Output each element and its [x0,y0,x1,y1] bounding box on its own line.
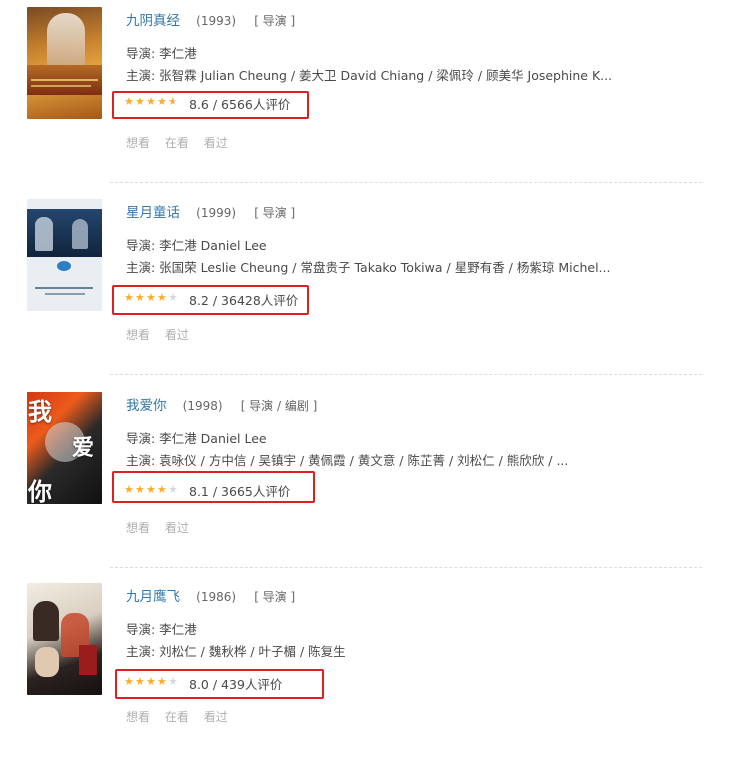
cast-line: 主演: 张智霖 Julian Cheung / 姜大卫 David Chiang… [126,68,613,83]
item-divider [110,567,702,568]
director-line: 导演: 李仁港 [126,622,197,637]
watched-link[interactable]: 看过 [165,521,189,535]
star-icon: ★ [124,483,134,496]
cast-line: 主演: 刘松仁 / 魏秋桦 / 叶子楣 / 陈复生 [126,644,346,659]
movie-item: 九月鹰飞 (1986) [ 导演 ] 导演: 李仁港 主演: 刘松仁 / 魏秋桦… [0,576,735,766]
watching-link[interactable]: 在看 [165,136,189,150]
want-to-watch-link[interactable]: 想看 [126,710,150,724]
item-divider [110,374,702,375]
movie-roles: [ 导演 ] [254,590,296,604]
star-icon: ★ [157,675,167,688]
title-line: 九月鹰飞 (1986) [ 导演 ] [126,585,296,605]
movie-roles: [ 导演 ] [254,206,296,220]
watched-link[interactable]: 看过 [204,136,228,150]
poster-text: 你 [28,477,52,504]
action-links: 想看 看过 [126,519,200,536]
watched-link[interactable]: 看过 [165,328,189,342]
star-icon: ★ [135,95,145,108]
star-icon: ★ [146,291,156,304]
movie-poster[interactable] [27,7,102,119]
movie-title-link[interactable]: 九阴真经 [126,13,180,29]
star-icon: ★ [168,291,178,304]
rating-text: 8.6 / 6566人评价 [189,97,291,112]
half-star-icon: ★ [168,96,174,107]
want-to-watch-link[interactable]: 想看 [126,328,150,342]
movie-title-link[interactable]: 我爱你 [126,398,167,414]
watched-link[interactable]: 看过 [204,710,228,724]
movie-poster[interactable] [27,199,102,311]
star-icon: ★ [146,95,156,108]
watching-link[interactable]: 在看 [165,710,189,724]
star-icon: ★ [124,95,134,108]
director-line: 导演: 李仁港 Daniel Lee [126,431,267,446]
poster-text: 爱 [72,435,95,461]
item-divider [110,182,702,183]
director-line: 导演: 李仁港 Daniel Lee [126,238,267,253]
movie-title-link[interactable]: 星月童话 [126,205,180,221]
star-icon: ★ [124,675,134,688]
movie-poster[interactable] [27,583,102,695]
action-links: 想看 在看 看过 [126,134,239,151]
action-links: 想看 在看 看过 [126,708,239,725]
want-to-watch-link[interactable]: 想看 [126,136,150,150]
title-line: 我爱你 (1998) [ 导演 / 编剧 ] [126,394,318,414]
poster-text: 我 [28,397,52,426]
movie-year: (1993) [196,14,237,28]
movie-roles: [ 导演 / 编剧 ] [240,399,318,413]
rating-text: 8.0 / 439人评价 [189,677,283,692]
want-to-watch-link[interactable]: 想看 [126,521,150,535]
movie-item: 星月童话 (1999) [ 导演 ] 导演: 李仁港 Daniel Lee 主演… [0,192,735,382]
star-icon: ★ [157,483,167,496]
movie-year: (1999) [196,206,237,220]
movie-year: (1986) [196,590,237,604]
cast-line: 主演: 张国荣 Leslie Cheung / 常盘贵子 Takako Toki… [126,260,611,275]
star-icon: ★ [168,675,178,688]
rating-text: 8.1 / 3665人评价 [189,484,291,499]
star-icon: ★ [135,483,145,496]
star-icon: ★ [135,291,145,304]
movie-title-link[interactable]: 九月鹰飞 [126,589,180,605]
title-line: 九阴真经 (1993) [ 导演 ] [126,9,296,29]
star-icon: ★ [135,675,145,688]
movie-roles: [ 导演 ] [254,14,296,28]
star-icon: ★ [146,675,156,688]
rating-text: 8.2 / 36428人评价 [189,293,299,308]
star-icon: ★ [146,483,156,496]
star-icon: ★ [157,291,167,304]
action-links: 想看 看过 [126,326,200,343]
movie-year: (1998) [182,399,223,413]
star-icon: ★ [168,483,178,496]
movie-item: 九阴真经 (1993) [ 导演 ] 导演: 李仁港 主演: 张智霖 Julia… [0,0,735,190]
director-line: 导演: 李仁港 [126,46,197,61]
star-icon: ★ [157,95,167,108]
title-line: 星月童话 (1999) [ 导演 ] [126,201,296,221]
cast-line: 主演: 袁咏仪 / 方中信 / 吴镇宇 / 黄佩霞 / 黄文意 / 陈芷菁 / … [126,453,569,468]
movie-poster[interactable]: 我 爱 你 [27,392,102,504]
movie-item: 我 爱 你 我爱你 (1998) [ 导演 / 编剧 ] 导演: 李仁港 Dan… [0,385,735,575]
star-icon: ★ [124,291,134,304]
